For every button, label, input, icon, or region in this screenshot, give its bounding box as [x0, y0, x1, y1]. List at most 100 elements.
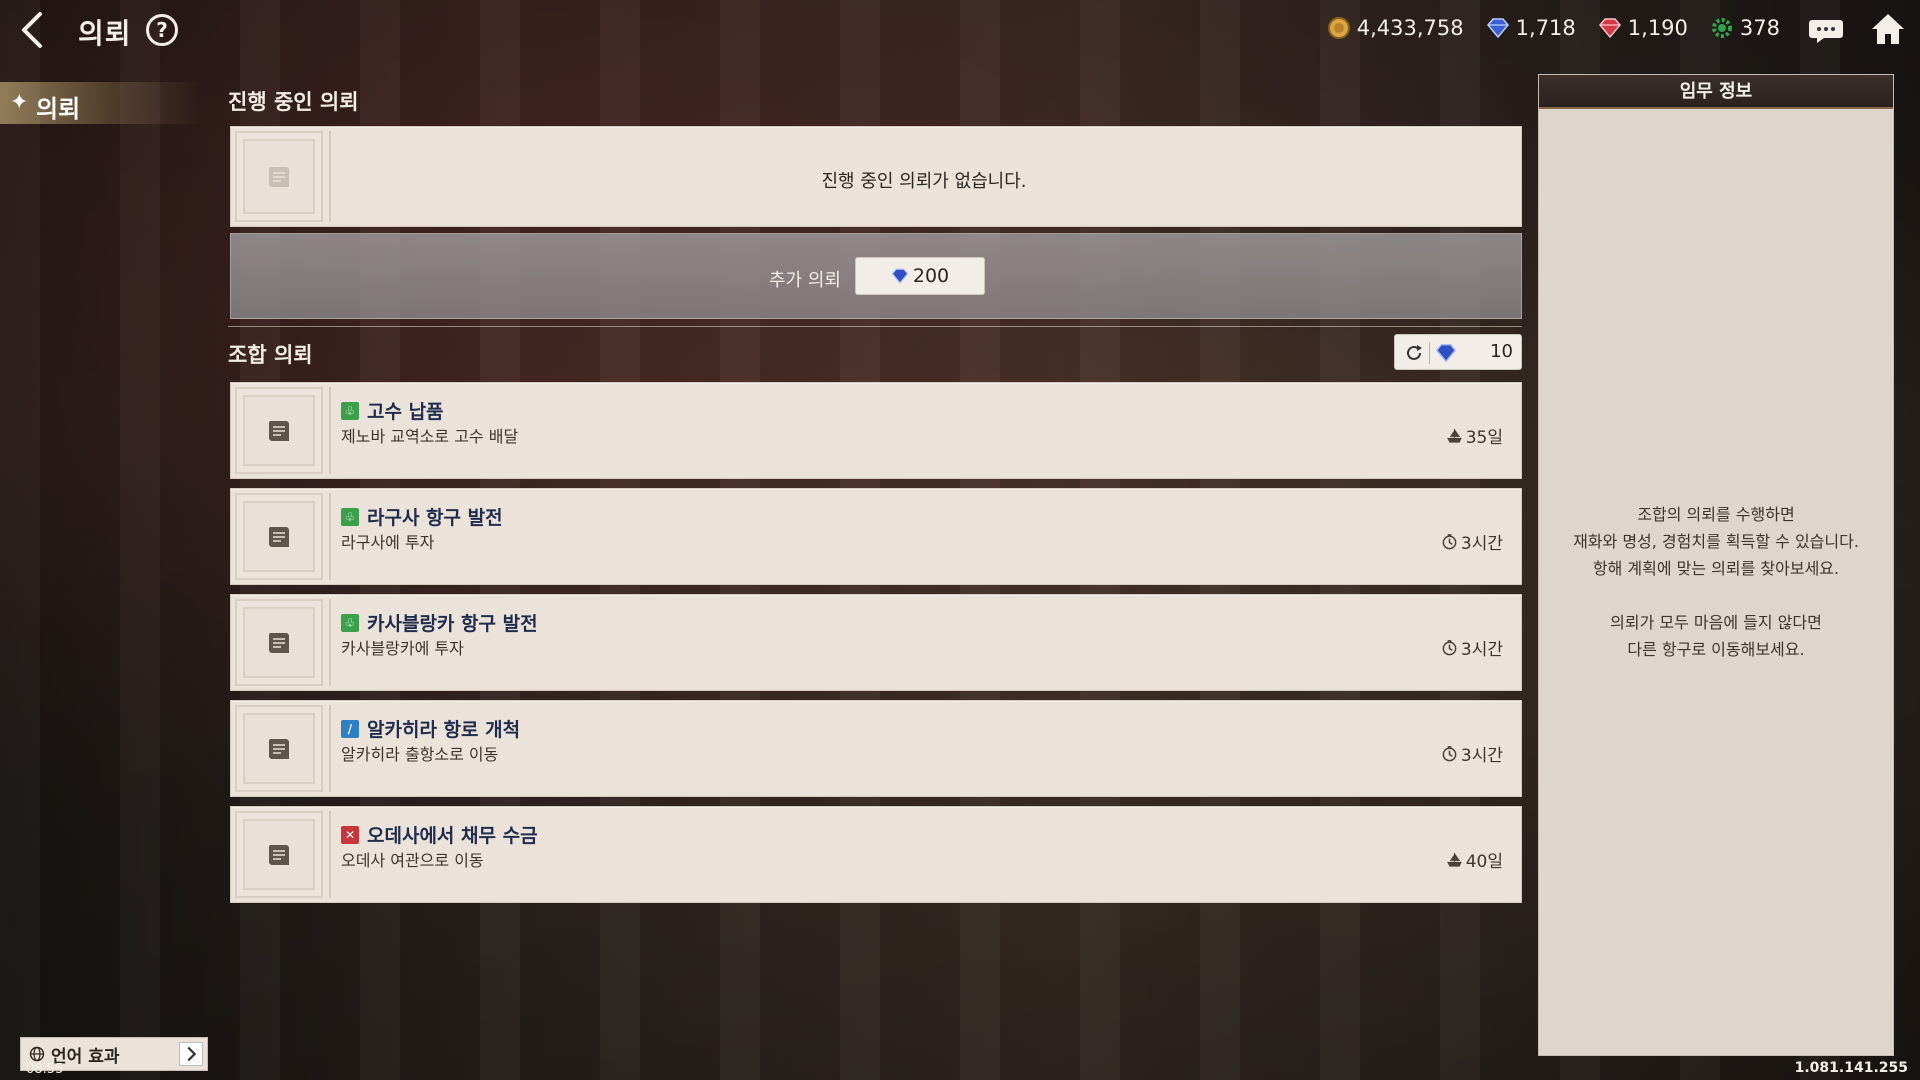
clock-icon — [1442, 640, 1457, 656]
request-title: 라구사 항구 발전 — [367, 507, 503, 529]
scroll-icon — [268, 632, 289, 653]
request-card[interactable]: ♧ 카사블랑카 항구 발전 카사블랑카에 투자 3시간 — [230, 594, 1522, 691]
request-thumbnail — [235, 493, 323, 580]
request-duration: 3시간 — [1441, 741, 1503, 766]
blue-gem-icon — [1486, 18, 1509, 39]
trade-badge-icon: ♧ — [341, 507, 359, 526]
request-duration-value: 3시간 — [1460, 640, 1503, 660]
empty-message: 진행 중인 의뢰가 없습니다. — [821, 171, 1027, 192]
chevron-left-icon — [22, 12, 42, 48]
request-title-row: / 알카히라 항로 개척 — [341, 715, 520, 742]
request-thumbnail — [235, 705, 323, 792]
top-bar: 의뢰 ? 4,433,758 1,718 1,190 378 — [0, 0, 1920, 60]
request-title: 카사블랑카 항구 발전 — [367, 613, 538, 635]
info-line: 조합의 의뢰를 수행하면 — [1637, 505, 1795, 524]
in-progress-title: 진행 중인 의뢰 — [228, 90, 359, 114]
gold-coin-icon — [1327, 17, 1350, 39]
request-body: ♧ 고수 납품 제노바 교역소로 고수 배달 35일 — [329, 387, 1517, 474]
request-title-row: ♧ 카사블랑카 항구 발전 — [341, 609, 538, 636]
info-line: 재화와 명성, 경험치를 획득할 수 있습니다. — [1573, 532, 1859, 551]
scroll-icon — [268, 738, 289, 759]
mission-info-text: 조합의 의뢰를 수행하면 재화와 명성, 경험치를 획득할 수 있습니다. 항해… — [1539, 501, 1893, 663]
ship-icon — [1446, 852, 1462, 867]
request-card[interactable]: ♧ 고수 납품 제노바 교역소로 고수 배달 35일 — [230, 382, 1522, 479]
blue-gem-icon — [1435, 344, 1457, 363]
request-duration: 3시간 — [1441, 529, 1503, 554]
scroll-icon — [268, 844, 289, 865]
request-body: / 알카히라 항로 개척 알카히라 출항소로 이동 3시간 — [329, 705, 1517, 792]
currency-gold: 4,433,758 — [1327, 16, 1464, 40]
extra-request-button[interactable]: 200 — [855, 257, 985, 295]
request-duration: 3시간 — [1441, 635, 1503, 660]
request-thumbnail — [235, 599, 323, 686]
section-divider — [228, 326, 1522, 327]
in-progress-empty-card: 진행 중인 의뢰가 없습니다. — [230, 126, 1522, 227]
page-title: 의뢰 — [78, 17, 132, 50]
currency-blue-gem: 1,718 — [1486, 16, 1576, 40]
request-duration-value: 3시간 — [1460, 746, 1503, 766]
request-description: 오데사 여관으로 이동 — [341, 851, 484, 870]
request-description: 카사블랑카에 투자 — [341, 639, 464, 658]
refresh-button[interactable]: 10 — [1394, 334, 1522, 370]
sidebar-item-label: 의뢰 — [36, 95, 81, 123]
help-button[interactable]: ? — [146, 14, 178, 46]
currency-bar: 4,433,758 1,718 1,190 378 — [1327, 16, 1780, 40]
chat-icon[interactable] — [1808, 16, 1844, 44]
currency-red-gem-value: 1,190 — [1627, 16, 1688, 40]
request-body: ♧ 라구사 항구 발전 라구사에 투자 3시간 — [329, 493, 1517, 580]
request-card[interactable]: ♧ 라구사 항구 발전 라구사에 투자 3시간 — [230, 488, 1522, 585]
blue-gem-icon — [891, 268, 909, 284]
info-line: 항해 계획에 맞는 의뢰를 찾아보세요. — [1592, 559, 1840, 578]
request-body: ♧ 카사블랑카 항구 발전 카사블랑카에 투자 3시간 — [329, 599, 1517, 686]
request-thumbnail — [235, 131, 323, 222]
refresh-icon — [1407, 345, 1422, 360]
explore-badge-icon: / — [341, 719, 359, 738]
refresh-cost: 10 — [1490, 341, 1513, 362]
request-title-row: ♧ 라구사 항구 발전 — [341, 503, 503, 530]
currency-red-gem: 1,190 — [1598, 16, 1688, 40]
request-duration-value: 3시간 — [1460, 534, 1503, 554]
clock-icon — [1442, 746, 1457, 762]
ship-icon — [1446, 428, 1462, 443]
clock: 08:55 — [26, 1062, 64, 1077]
request-title: 알카히라 항로 개척 — [367, 719, 521, 741]
request-description: 제노바 교역소로 고수 배달 — [341, 427, 519, 446]
sidebar-item-request[interactable]: ✦ 의뢰 — [0, 82, 200, 124]
currency-blue-gem-value: 1,718 — [1515, 16, 1576, 40]
request-card[interactable]: ✕ 오데사에서 채무 수금 오데사 여관으로 이동 40일 — [230, 806, 1522, 903]
info-line: 의뢰가 모두 마음에 들지 않다면 — [1610, 613, 1822, 632]
request-description: 알카히라 출항소로 이동 — [341, 745, 499, 764]
request-card[interactable]: / 알카히라 항로 개척 알카히라 출항소로 이동 3시간 — [230, 700, 1522, 797]
clock-icon — [1442, 534, 1457, 550]
currency-green-gear-value: 378 — [1739, 16, 1780, 40]
green-gear-icon — [1711, 18, 1732, 38]
battle-badge-icon: ✕ — [341, 825, 359, 844]
request-thumbnail — [235, 387, 323, 474]
separator — [1429, 342, 1430, 364]
home-icon[interactable] — [1870, 12, 1906, 46]
mission-info-panel: 임무 정보 조합의 의뢰를 수행하면 재화와 명성, 경험치를 획득할 수 있습… — [1538, 74, 1894, 1056]
scroll-icon — [268, 420, 289, 441]
star-icon: ✦ — [10, 90, 29, 115]
chevron-right-icon — [179, 1042, 203, 1066]
mission-info-title: 임무 정보 — [1539, 75, 1893, 109]
request-title-row: ✕ 오데사에서 채무 수금 — [341, 821, 538, 848]
trade-badge-icon: ♧ — [341, 401, 359, 420]
request-duration-value: 35일 — [1465, 428, 1503, 448]
request-title-row: ♧ 고수 납품 — [341, 397, 444, 424]
currency-gold-value: 4,433,758 — [1356, 16, 1464, 40]
globe-icon — [29, 1046, 45, 1062]
back-button[interactable] — [18, 10, 48, 50]
request-duration: 40일 — [1446, 847, 1503, 872]
currency-green-gear: 378 — [1710, 16, 1780, 40]
in-progress-body: 진행 중인 의뢰가 없습니다. — [329, 131, 1517, 222]
extra-request-bar: 추가 의뢰 200 — [230, 233, 1522, 319]
request-body: ✕ 오데사에서 채무 수금 오데사 여관으로 이동 40일 — [329, 811, 1517, 898]
request-title: 오데사에서 채무 수금 — [367, 825, 538, 847]
version-label: 1.081.141.255 — [1794, 1060, 1908, 1076]
request-duration-value: 40일 — [1465, 852, 1503, 872]
request-thumbnail — [235, 811, 323, 898]
red-gem-icon — [1598, 18, 1621, 39]
info-line: 다른 항구로 이동해보세요. — [1627, 640, 1805, 659]
extra-request-label: 추가 의뢰 — [769, 270, 841, 291]
